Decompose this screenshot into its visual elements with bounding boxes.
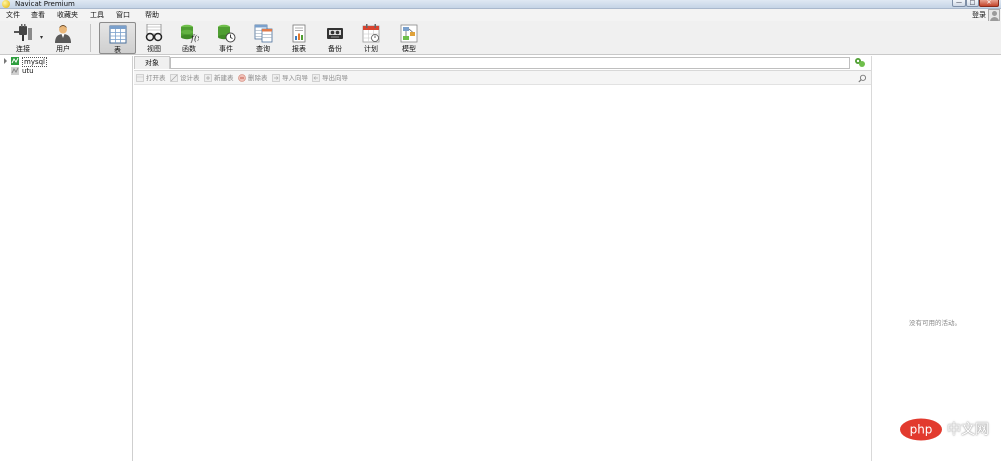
open-table-label: 打开表 [146, 74, 166, 82]
tree-item-utu[interactable]: utu [0, 66, 132, 76]
object-panel: 对象 打开表 设计表 新建表 删除表 导入向导 导出向导 [134, 56, 871, 461]
toolbar-backup-button[interactable]: 备份 [321, 22, 349, 54]
login-link[interactable]: 登录 [972, 11, 986, 20]
connection-plug-icon [14, 24, 32, 41]
toolbar-view-label: 视图 [147, 45, 161, 53]
object-filter-input[interactable] [170, 57, 850, 69]
open-table-icon [136, 74, 144, 82]
toolbar-model-label: 模型 [402, 45, 416, 53]
watermark-site-text: 中文网 [947, 422, 989, 438]
query-table-icon [254, 24, 273, 43]
object-toolbar: 打开表 设计表 新建表 删除表 导入向导 导出向导 [134, 70, 871, 85]
import-wizard-icon [272, 74, 280, 82]
menu-window[interactable]: 窗口 [116, 11, 130, 20]
close-button[interactable]: ✕ [979, 0, 999, 7]
export-wizard-label: 导出向导 [322, 74, 348, 82]
tab-objects-label: 对象 [145, 59, 159, 67]
chevron-down-icon[interactable]: ▾ [40, 35, 44, 41]
maximize-icon: □ [969, 0, 976, 6]
php-logo-icon: php [900, 418, 942, 441]
tab-objects[interactable]: 对象 [134, 56, 170, 69]
toolbar-backup-label: 备份 [328, 45, 342, 53]
schedule-calendar-icon [362, 24, 380, 43]
design-table-label: 设计表 [180, 74, 200, 82]
minimize-button[interactable]: — [952, 0, 966, 7]
toolbar-connection-button[interactable]: 连接 [8, 22, 38, 54]
toolbar-divider [90, 24, 91, 52]
toolbar-table-button[interactable]: 表 [99, 22, 136, 54]
toolbar-report-label: 报表 [292, 45, 306, 53]
toolbar-query-button[interactable]: 查询 [249, 22, 277, 54]
toolbar-schedule-button[interactable]: 计划 [357, 22, 385, 54]
maximize-button[interactable]: □ [966, 0, 979, 7]
user-person-icon [55, 25, 71, 43]
avatar-head [992, 11, 997, 16]
info-panel: 没有可用的活动。 [871, 56, 1001, 461]
event-clock-icon [218, 24, 236, 43]
watermark: php 中文网 [899, 415, 993, 445]
svg-text:f(x): f(x) [190, 34, 199, 43]
table-grid-icon [109, 25, 126, 44]
menu-help[interactable]: 帮助 [145, 11, 159, 20]
model-diagram-icon [400, 24, 418, 43]
connection-tree-panel: mysql utu [0, 56, 133, 461]
expand-arrow-icon[interactable] [4, 58, 7, 64]
main-toolbar: 连接 ▾ 用户 表 视图 f(函数 事件 查询 报表 备份 计划 模型 [0, 21, 1001, 55]
minimize-icon: — [956, 0, 962, 6]
toolbar-function-label: 函数 [182, 45, 196, 53]
view-glasses-icon [145, 24, 163, 42]
watermark-logo-text: php [910, 423, 933, 437]
toolbar-table-label: 表 [114, 46, 121, 54]
connection-disconnected-icon [11, 67, 19, 75]
toolbar-view-button[interactable]: 视图 [140, 22, 168, 54]
toolbar-connection-label: 连接 [16, 45, 30, 53]
toolbar-report-button[interactable]: 报表 [285, 22, 313, 54]
no-activity-message: 没有可用的活动。 [909, 319, 961, 327]
toolbar-schedule-label: 计划 [364, 45, 378, 53]
search-icon[interactable] [858, 74, 867, 83]
design-table-icon [170, 74, 178, 82]
backup-tape-icon [327, 28, 343, 39]
toolbar-user-button[interactable]: 用户 [48, 22, 78, 54]
toolbar-model-button[interactable]: 模型 [395, 22, 423, 54]
close-icon: ✕ [986, 0, 992, 6]
new-table-icon [204, 74, 212, 82]
window-title: Navicat Premium [15, 0, 75, 8]
mysql-connection-icon [11, 57, 19, 65]
report-chart-icon [292, 24, 306, 43]
app-window: Navicat Premium — □ ✕ 文件 查看 收藏夹 工具 窗口 帮助… [0, 0, 1001, 461]
refresh-icon[interactable] [852, 56, 868, 69]
tree-item-mysql[interactable]: mysql [0, 56, 132, 67]
new-table-label: 新建表 [214, 74, 234, 82]
menu-file[interactable]: 文件 [6, 11, 20, 20]
export-wizard-icon [312, 74, 320, 82]
menu-view[interactable]: 查看 [31, 11, 45, 20]
toolbar-event-label: 事件 [219, 45, 233, 53]
toolbar-query-label: 查询 [256, 45, 270, 53]
menu-favorites[interactable]: 收藏夹 [57, 11, 78, 20]
delete-table-label: 删除表 [248, 74, 268, 82]
toolbar-function-button[interactable]: f(x) 函数 [175, 22, 203, 54]
title-bar: Navicat Premium — □ ✕ [0, 0, 1001, 9]
tree-item-label: utu [22, 67, 34, 75]
menu-tools[interactable]: 工具 [90, 11, 104, 20]
function-fx-icon: f(x) [181, 24, 199, 43]
toolbar-user-label: 用户 [56, 45, 70, 53]
import-wizard-label: 导入向导 [282, 74, 308, 82]
toolbar-event-button[interactable]: 事件 [211, 22, 241, 54]
delete-table-icon [238, 74, 246, 82]
navicat-logo-icon [2, 0, 10, 8]
menu-bar: 文件 查看 收藏夹 工具 窗口 帮助 登录 [0, 9, 1001, 21]
